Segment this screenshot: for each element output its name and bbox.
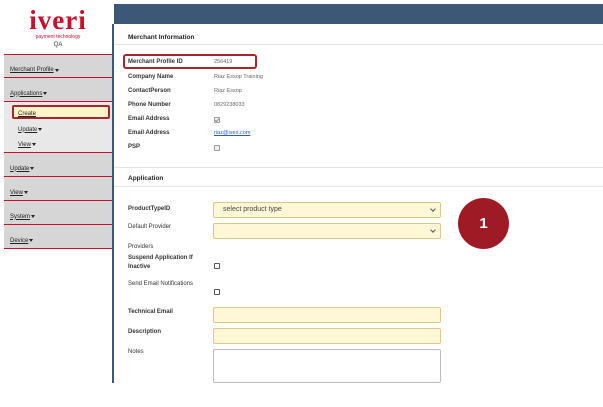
caret-down-icon: [23, 191, 28, 194]
submenu-item-create[interactable]: Create: [12, 105, 110, 119]
description-label: Description: [128, 329, 162, 335]
company-name-value: Riaz Essop Training: [214, 74, 263, 80]
submenu-item-update[interactable]: Update: [4, 120, 112, 135]
suspend-checkbox[interactable]: [214, 263, 220, 269]
psp-checkbox: [214, 145, 220, 151]
phone-number-value: 0829238033: [214, 102, 245, 108]
sidebar-item-view[interactable]: View: [4, 177, 112, 201]
technical-email-input[interactable]: [213, 307, 441, 323]
company-name-label: Company Name: [128, 74, 174, 80]
app-window: iveri payment technology QA Merchant Pro…: [0, 0, 603, 407]
email-address-link[interactable]: riaz@iveri.com: [214, 130, 250, 136]
sidebar-item-device[interactable]: Device: [4, 225, 112, 249]
submenu-item-view[interactable]: View: [4, 135, 112, 150]
contact-person-value: Riaz Essop: [214, 88, 242, 94]
logo: iveri payment technology QA: [4, 4, 112, 54]
step-callout-badge: 1: [458, 198, 509, 249]
psp-label: PSP: [128, 144, 141, 150]
sidebar-item-label: Merchant Profile: [10, 67, 54, 73]
caret-down-icon: [31, 215, 36, 218]
sidebar-item-label: Applications: [10, 90, 43, 97]
submenu-item-label: View: [18, 141, 31, 148]
submenu-item-label: Update: [18, 126, 38, 133]
chevron-down-icon: [430, 227, 436, 233]
caret-down-icon: [54, 68, 59, 72]
merchant-profile-id-label: Merchant Profile ID: [128, 59, 183, 65]
send-email-label: Send Email Notifications: [128, 281, 194, 287]
section-divider: [114, 186, 603, 187]
phone-number-label: Phone Number: [128, 102, 171, 108]
email-checkbox: [214, 117, 220, 123]
merchant-section-title: Merchant Information: [128, 34, 195, 41]
providers-label: Providers: [128, 244, 154, 250]
submenu-item-label: Create: [18, 111, 37, 117]
technical-email-label: Technical Email: [128, 309, 173, 315]
sidebar: iveri payment technology QA Merchant Pro…: [4, 4, 112, 249]
default-provider-label: Default Provider: [128, 224, 172, 230]
product-type-label: ProductTypeID: [128, 206, 171, 212]
description-input[interactable]: [213, 328, 441, 344]
caret-down-icon: [43, 92, 48, 95]
send-email-checkbox[interactable]: [214, 289, 220, 295]
sidebar-item-label: View: [10, 189, 23, 196]
suspend-label-line2: Inactive: [128, 264, 151, 270]
sidebar-item-label: Update: [10, 165, 30, 172]
sidebar-item-label: System: [10, 213, 31, 220]
logo-wordmark: iveri: [29, 5, 87, 35]
email-address-label-2: Email Address: [128, 130, 170, 136]
product-type-select[interactable]: select product type: [213, 202, 441, 218]
merchant-profile-id-value: 256419: [214, 59, 233, 65]
main-content: Merchant Information Merchant Profile ID…: [114, 24, 603, 383]
caret-down-icon: [29, 239, 34, 242]
top-header-bar: [114, 4, 603, 24]
applications-submenu: Create Update View: [4, 102, 112, 153]
sidebar-item-merchant-profile[interactable]: Merchant Profile: [4, 54, 112, 78]
caret-down-icon: [38, 128, 43, 131]
default-provider-select[interactable]: [213, 223, 441, 239]
product-type-placeholder: select product type: [223, 206, 282, 213]
notes-label: Notes: [128, 349, 144, 355]
caret-down-icon: [30, 167, 35, 170]
notes-textarea[interactable]: [213, 349, 441, 383]
suspend-label-line1: Suspend Application If: [128, 255, 193, 261]
section-divider: [114, 44, 603, 45]
email-address-label: Email Address: [128, 116, 170, 122]
sidebar-item-update[interactable]: Update: [4, 153, 112, 177]
environment-label: QA: [53, 42, 63, 48]
sidebar-item-label: Device: [10, 237, 29, 244]
sidebar-item-system[interactable]: System: [4, 201, 112, 225]
section-divider: [114, 167, 603, 168]
application-section-title: Application: [128, 175, 164, 182]
contact-person-label: ContactPerson: [128, 88, 171, 94]
sidebar-item-applications[interactable]: Applications: [4, 78, 112, 102]
caret-down-icon: [31, 143, 36, 146]
chevron-down-icon: [430, 206, 436, 212]
